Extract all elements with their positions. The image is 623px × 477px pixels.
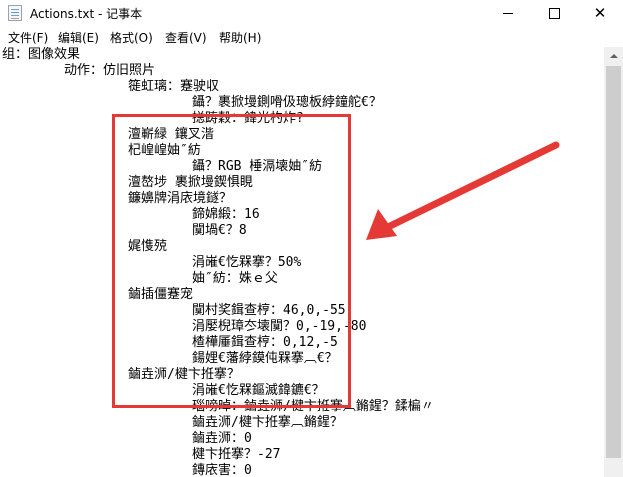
arrow-up-icon: [609, 53, 618, 58]
text-line: 闃村奖鍓查梈：46,0,-55: [192, 303, 346, 318]
text-line: 鑷？裹掀墁鍘嗗伋璁板綍鐘舵€？: [192, 95, 382, 110]
notepad-window: Actions.txt - 记事本 ✕ 文件(F) 编辑(E) 格式(O) 查看…: [0, 0, 623, 477]
text-line: 鏀插僵蹇宠: [128, 287, 194, 302]
menu-format[interactable]: 格式(O): [110, 27, 155, 46]
scroll-thumb[interactable]: [606, 66, 621, 458]
minimize-icon: [503, 13, 513, 14]
text-line: 楂樺厜鍓查梈：0,12,-5: [192, 335, 338, 350]
text-line: 鏀垚浉/楗卞拰搴︹鏅鍟？: [192, 415, 343, 430]
menu-bar: 文件(F) 编辑(E) 格式(O) 查看(V) 帮助(H): [0, 27, 623, 46]
notepad-icon: [8, 5, 22, 21]
window-title: Actions.txt - 记事本: [30, 7, 143, 21]
close-button[interactable]: ✕: [577, 0, 623, 27]
text-line: 动作：仿旧照片: [64, 63, 156, 78]
text-line: 鏀垚浉：0: [192, 431, 252, 446]
text-line: 搃踌穀：鍏光杓炸?: [192, 111, 304, 126]
maximize-button[interactable]: [531, 0, 577, 27]
text-line: 鐮嬶牌涓庡境鐩？: [128, 191, 233, 206]
text-line: 涓嶉€忔槑鏂滅鍏鑣€？: [192, 383, 325, 398]
text-line: 澶嶄緑 鑲叉湝: [128, 127, 214, 142]
title-bar[interactable]: Actions.txt - 记事本 ✕: [0, 0, 623, 27]
maximize-icon: [548, 8, 560, 19]
menu-view[interactable]: 查看(V): [165, 27, 210, 46]
text-line: 楗卞拰搴？-27: [192, 447, 281, 462]
text-line: 妯″紡：姝ｅ父: [192, 271, 278, 286]
text-line: 瑙嗙晫：鏀垚浉/楗卞拰搴︹鏅鍟？鍒楄〃: [192, 399, 434, 414]
text-editor[interactable]: 组：图像效果 动作：仿旧照片 簁虹璃：蹇驶収 鑷？裹掀墁鍘嗗伋璁板綍鐘舵€？ 搃…: [0, 47, 604, 477]
text-line: 娓愯殑: [128, 239, 168, 254]
text-line: 涓嬮棿璋冭壊闃？0,-19,-80: [192, 319, 367, 334]
text-line: 鏄庡害：0: [192, 463, 252, 477]
close-icon: ✕: [593, 4, 607, 22]
scroll-up-button[interactable]: [604, 47, 623, 64]
text-line: 鍚娌€藩綍鏌伅槑搴︹€？: [192, 351, 338, 366]
text-line: 组：图像效果: [2, 47, 81, 62]
vertical-scrollbar[interactable]: [604, 47, 623, 477]
text-line: 鏀垚浉/楗卞拰搴？: [128, 367, 240, 382]
text-line: 澶嶅埗 裹掀墁鍥惧睍: [128, 175, 253, 190]
text-line: 鑷？RGB 棰滆壊妯″紡: [192, 159, 323, 174]
text-line: 簁虹璃：蹇驶収: [128, 79, 220, 94]
text-line: 闃堝€？8: [192, 223, 247, 238]
menu-edit[interactable]: 编辑(E): [58, 27, 103, 46]
menu-help[interactable]: 帮助(H): [219, 27, 264, 46]
text-line: 鍗婂緞：16: [192, 207, 260, 222]
text-line: 涓嶉€忔槑搴？50%: [192, 255, 302, 270]
minimize-button[interactable]: [485, 0, 531, 27]
menu-file[interactable]: 文件(F): [8, 27, 53, 46]
text-line: 杞崲崲妯″紡: [128, 143, 201, 158]
